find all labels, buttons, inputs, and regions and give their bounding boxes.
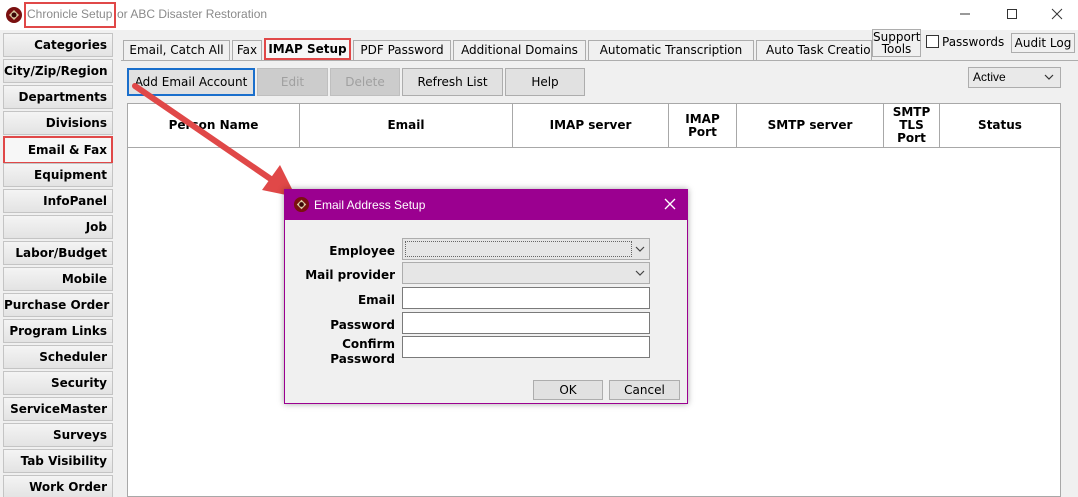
category-labor-budget[interactable]: Labor/Budget	[3, 241, 113, 265]
email-label: Email	[357, 293, 395, 307]
column-smtp-tls-port-line3: Port	[897, 131, 926, 145]
tab-auto-task-creation[interactable]: Auto Task Creation	[756, 40, 872, 60]
add-email-account-button[interactable]: Add Email Account	[127, 68, 255, 96]
category-purchase-order[interactable]: Purchase Order	[3, 293, 113, 317]
chevron-down-icon	[635, 246, 645, 252]
close-icon	[1051, 8, 1063, 20]
maximize-icon	[1007, 9, 1017, 19]
confirm-password-label: Confirm Password	[285, 337, 395, 367]
chevron-down-icon	[635, 270, 645, 276]
category-program-links[interactable]: Program Links	[3, 319, 113, 343]
category-city-zip-region[interactable]: City/Zip/Region	[3, 59, 113, 83]
dialog-titlebar: Email Address Setup	[285, 190, 687, 220]
chronicle-app-icon	[293, 196, 310, 213]
chronicle-app-icon	[6, 7, 22, 23]
category-email-fax[interactable]: Email & Fax	[3, 136, 113, 164]
category-mobile[interactable]: Mobile	[3, 267, 113, 291]
column-email[interactable]: Email	[300, 104, 513, 148]
employee-label: Employee	[329, 244, 395, 258]
employee-value	[405, 241, 632, 257]
cancel-button[interactable]: Cancel	[609, 380, 680, 400]
confirm-password-label-line2: Password	[330, 352, 395, 366]
category-surveys[interactable]: Surveys	[3, 423, 113, 447]
status-filter-value: Active	[973, 70, 1006, 84]
category-categories[interactable]: Categories	[3, 33, 113, 57]
close-button[interactable]	[1034, 0, 1078, 30]
ok-button[interactable]: OK	[533, 380, 603, 400]
maximize-button[interactable]	[989, 0, 1035, 30]
column-imap-port-line2: Port	[688, 124, 717, 139]
column-smtp-server[interactable]: SMTP server	[737, 104, 884, 148]
passwords-checkbox[interactable]	[926, 35, 939, 48]
category-job[interactable]: Job	[3, 215, 113, 239]
refresh-list-button[interactable]: Refresh List	[402, 68, 503, 96]
password-label: Password	[330, 318, 395, 332]
status-filter-select[interactable]: Active	[968, 67, 1061, 88]
audit-log-button[interactable]: Audit Log	[1011, 33, 1075, 53]
support-tools-button[interactable]: Support Tools	[872, 29, 921, 57]
category-list: Categories City/Zip/Region Departments D…	[0, 30, 118, 497]
category-equipment[interactable]: Equipment	[3, 163, 113, 187]
minimize-icon	[960, 13, 970, 15]
window-titlebar: Chronicle Setup or ABC Disaster Restorat…	[0, 0, 1078, 30]
dialog-title: Email Address Setup	[314, 198, 426, 212]
tab-additional-domains[interactable]: Additional Domains	[453, 40, 586, 60]
tab-pdf-password[interactable]: PDF Password	[353, 40, 451, 60]
tab-fax[interactable]: Fax	[232, 40, 262, 60]
category-servicemaster[interactable]: ServiceMaster	[3, 397, 113, 421]
mail-provider-combobox[interactable]	[402, 262, 650, 284]
column-imap-port[interactable]: IMAP Port	[669, 104, 737, 148]
window-title-rest: or ABC Disaster Restoration	[117, 7, 268, 21]
tab-automatic-transcription[interactable]: Automatic Transcription	[588, 40, 754, 60]
chevron-down-icon	[1044, 74, 1054, 80]
tab-imap-setup[interactable]: IMAP Setup	[264, 38, 351, 60]
confirm-password-label-line1: Confirm	[342, 337, 395, 351]
category-scheduler[interactable]: Scheduler	[3, 345, 113, 369]
passwords-label: Passwords	[942, 35, 1005, 49]
column-person-name[interactable]: Person Name	[128, 104, 300, 148]
password-field[interactable]	[402, 312, 650, 334]
employee-combobox[interactable]	[402, 238, 650, 260]
column-imap-server[interactable]: IMAP server	[513, 104, 669, 148]
edit-button[interactable]: Edit	[257, 68, 328, 96]
category-infopanel[interactable]: InfoPanel	[3, 189, 113, 213]
tab-email-catch-all[interactable]: Email, Catch All	[123, 40, 230, 60]
close-icon[interactable]	[663, 197, 677, 211]
category-departments[interactable]: Departments	[3, 85, 113, 109]
email-field[interactable]	[402, 287, 650, 309]
delete-button[interactable]: Delete	[330, 68, 400, 96]
category-security[interactable]: Security	[3, 371, 113, 395]
column-smtp-tls-port[interactable]: SMTP TLS Port	[884, 104, 940, 148]
column-imap-port-line1: IMAP	[685, 111, 720, 126]
support-tools-line2: Tools	[881, 42, 912, 56]
mail-provider-label: Mail provider	[305, 268, 395, 282]
category-divisions[interactable]: Divisions	[3, 111, 113, 135]
category-tab-visibility[interactable]: Tab Visibility	[3, 449, 113, 473]
help-button[interactable]: Help	[505, 68, 585, 96]
column-status[interactable]: Status	[940, 104, 1060, 148]
category-work-order[interactable]: Work Order	[3, 475, 113, 497]
confirm-password-field[interactable]	[402, 336, 650, 358]
minimize-button[interactable]	[942, 0, 988, 30]
dialog-body: Employee Mail provider Email Password Co…	[285, 220, 687, 403]
window-title-highlighted: Chronicle Setup	[24, 2, 117, 28]
email-address-setup-dialog: Email Address Setup Employee Mail provid…	[284, 189, 688, 404]
